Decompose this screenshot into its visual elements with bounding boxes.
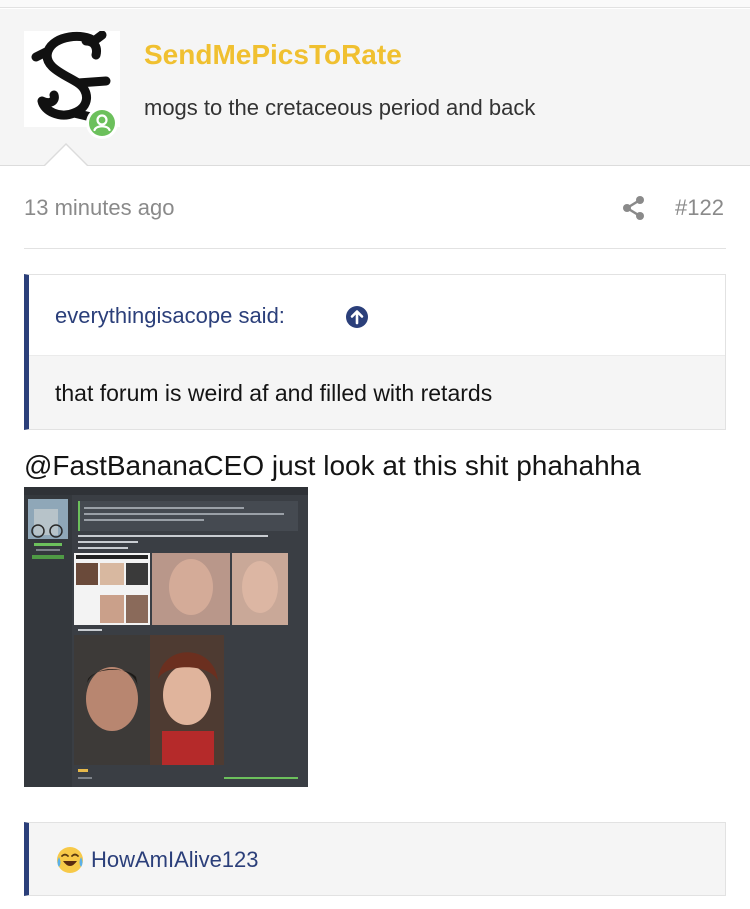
embedded-screenshot-image[interactable]: [24, 487, 308, 787]
divider: [24, 248, 726, 249]
crying-laughing-emoji: [55, 845, 85, 875]
user-title: mogs to the cretaceous period and back: [144, 95, 536, 120]
quote-header: everythingisacope said:: [29, 275, 725, 355]
arrow-up-circle-icon[interactable]: [345, 305, 369, 329]
post-timestamp[interactable]: 13 minutes ago: [24, 195, 174, 221]
share-icon[interactable]: [621, 195, 647, 221]
quote-author-link[interactable]: HowAmIAlive123: [91, 847, 259, 873]
online-status-icon: [86, 107, 118, 139]
header-pointer: [44, 145, 88, 167]
post-user-header: SendMePicsToRate mogs to the cretaceous …: [0, 9, 750, 166]
username[interactable]: SendMePicsToRate: [144, 39, 402, 71]
blockquote: everythingisacope said: that forum is we…: [24, 274, 726, 430]
quote-author-link[interactable]: everythingisacope said:: [55, 303, 285, 329]
quote-body: that forum is weird af and filled with r…: [29, 355, 725, 429]
blockquote-next: HowAmIAlive123: [24, 822, 726, 896]
quote-text: that forum is weird af and filled with r…: [55, 380, 493, 406]
post-number-link[interactable]: #122: [675, 195, 724, 221]
post-body-text: @FastBananaCEO just look at this shit ph…: [24, 450, 641, 481]
top-strip: [0, 0, 750, 8]
